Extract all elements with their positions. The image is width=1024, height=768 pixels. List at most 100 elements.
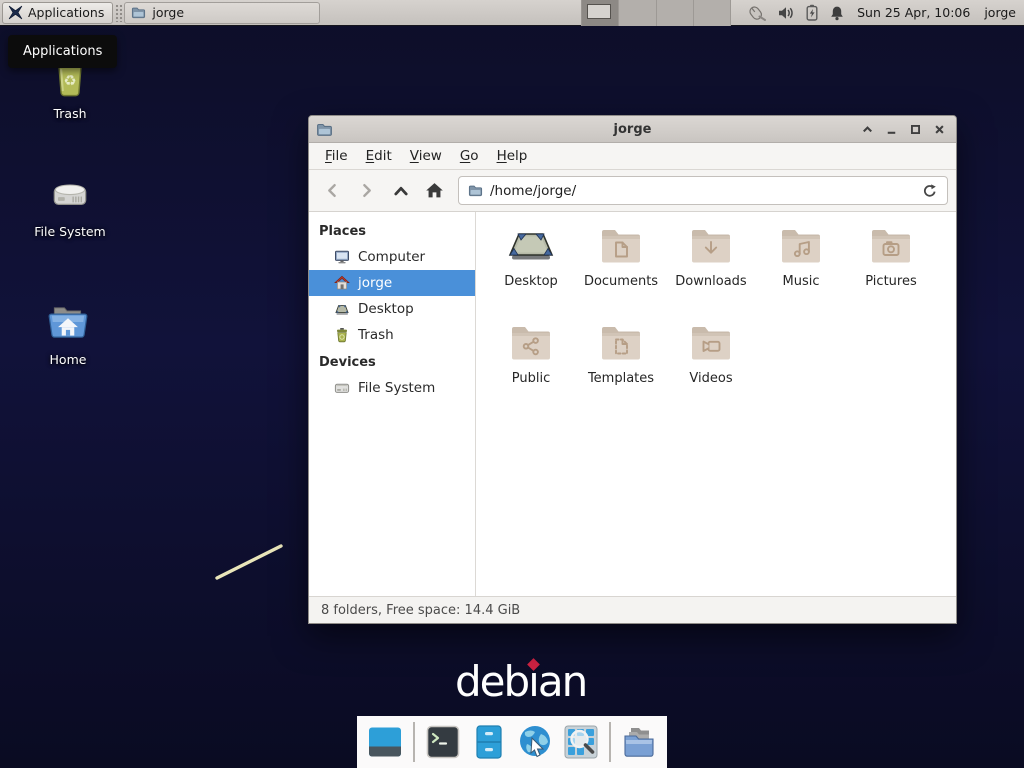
tooltip-text: Applications bbox=[23, 44, 102, 59]
sidebar-item-computer[interactable]: Computer bbox=[309, 244, 475, 270]
sidebar-item-label: Trash bbox=[358, 327, 394, 343]
folder-menu-icon[interactable] bbox=[621, 724, 657, 760]
statusbar: 8 folders, Free space: 14.4 GiB bbox=[309, 596, 956, 623]
panel-username: jorge bbox=[984, 5, 1016, 20]
sidebar-item-trash[interactable]: Trash bbox=[309, 322, 475, 348]
pathbar-folder-icon bbox=[468, 183, 483, 198]
file-label: Videos bbox=[689, 371, 732, 386]
folder-pictures-icon bbox=[867, 222, 915, 270]
desktop-icon-label: File System bbox=[20, 224, 120, 239]
file-view: Desktop Documents bbox=[476, 212, 956, 596]
sidebar-item-label: Desktop bbox=[358, 301, 414, 317]
svg-text:♻: ♻ bbox=[63, 72, 76, 89]
show-desktop-icon[interactable] bbox=[367, 724, 403, 760]
panel-separator-handle[interactable] bbox=[115, 4, 122, 22]
terminal-icon[interactable] bbox=[425, 724, 461, 760]
panel-clock[interactable]: Sun 25 Apr, 10:06 bbox=[857, 5, 970, 20]
file-item-templates[interactable]: Templates bbox=[576, 319, 666, 416]
web-browser-globe-icon[interactable] bbox=[517, 724, 553, 760]
sidebar-item-label: Computer bbox=[358, 249, 425, 265]
bottom-dock bbox=[357, 716, 667, 768]
system-tray bbox=[745, 4, 845, 22]
workspace-2[interactable] bbox=[619, 0, 656, 26]
desktop-icon-file-system[interactable]: File System bbox=[20, 172, 120, 239]
window-folder-icon bbox=[316, 121, 333, 138]
sidebar-item-jorge[interactable]: jorge bbox=[309, 270, 475, 296]
desktop-icon-label: Home bbox=[18, 352, 118, 367]
folder-templates-icon bbox=[597, 319, 645, 367]
desktop-icon bbox=[334, 301, 350, 317]
workspace-1[interactable] bbox=[582, 0, 619, 26]
desktop-icon-label: Trash bbox=[20, 106, 120, 121]
taskbar-window-label: jorge bbox=[152, 5, 184, 20]
sidebar-item-file-system[interactable]: File System bbox=[309, 375, 475, 401]
file-label: Desktop bbox=[504, 274, 558, 289]
file-label: Documents bbox=[584, 274, 658, 289]
file-manager-window: jorge File Edit View Go Help bbox=[308, 115, 957, 624]
sidebar: Places Computer jorge Desktop bbox=[309, 212, 476, 596]
taskbar-folder-icon bbox=[131, 5, 146, 20]
top-panel: Applications jorge Sun 25 Apr, 10:06 jor… bbox=[0, 0, 1024, 26]
shade-button[interactable] bbox=[857, 119, 878, 140]
file-item-pictures[interactable]: Pictures bbox=[846, 222, 936, 319]
trash-icon bbox=[334, 327, 350, 343]
file-item-music[interactable]: Music bbox=[756, 222, 846, 319]
file-item-public[interactable]: Public bbox=[486, 319, 576, 416]
forward-button[interactable] bbox=[351, 176, 382, 206]
sidebar-header-devices: Devices bbox=[309, 348, 475, 375]
toolbar: /home/jorge/ bbox=[309, 170, 956, 211]
reload-icon[interactable] bbox=[922, 183, 938, 199]
file-label: Templates bbox=[588, 371, 654, 386]
debian-logo: debıan bbox=[455, 657, 586, 706]
window-titlebar[interactable]: jorge bbox=[309, 116, 956, 143]
close-button[interactable] bbox=[929, 119, 950, 140]
minimize-button[interactable] bbox=[881, 119, 902, 140]
sidebar-item-desktop[interactable]: Desktop bbox=[309, 296, 475, 322]
up-button[interactable] bbox=[385, 176, 416, 206]
file-item-downloads[interactable]: Downloads bbox=[666, 222, 756, 319]
sidebar-item-label: jorge bbox=[358, 275, 392, 291]
file-label: Public bbox=[512, 371, 550, 386]
applications-menu-button[interactable]: Applications bbox=[2, 2, 113, 24]
menubar: File Edit View Go Help bbox=[309, 143, 956, 170]
menu-edit[interactable]: Edit bbox=[357, 144, 401, 168]
file-label: Music bbox=[783, 274, 820, 289]
notifications-bell-icon[interactable] bbox=[829, 5, 845, 21]
menu-go[interactable]: Go bbox=[451, 144, 488, 168]
volume-icon[interactable] bbox=[778, 5, 795, 21]
menu-help[interactable]: Help bbox=[488, 144, 537, 168]
applications-menu-label: Applications bbox=[28, 5, 104, 20]
dock-separator bbox=[413, 722, 415, 762]
workspace-4[interactable] bbox=[694, 0, 731, 26]
desktop-icon-home[interactable]: Home bbox=[18, 300, 118, 367]
applications-menu-icon bbox=[8, 5, 23, 20]
cursor-streak bbox=[200, 530, 310, 590]
application-finder-icon[interactable] bbox=[563, 724, 599, 760]
status-text: 8 folders, Free space: 14.4 GiB bbox=[321, 603, 520, 618]
maximize-button[interactable] bbox=[905, 119, 926, 140]
home-folder-icon bbox=[18, 300, 118, 346]
home-icon bbox=[334, 275, 350, 291]
battery-charging-icon[interactable] bbox=[806, 4, 818, 21]
folder-documents-icon bbox=[597, 222, 645, 270]
menu-file[interactable]: File bbox=[316, 144, 357, 168]
applications-tooltip: Applications bbox=[8, 35, 117, 68]
back-button[interactable] bbox=[317, 176, 348, 206]
file-item-documents[interactable]: Documents bbox=[576, 222, 666, 319]
workspace-3[interactable] bbox=[657, 0, 694, 26]
path-text[interactable]: /home/jorge/ bbox=[490, 183, 576, 199]
taskbar-window-button[interactable]: jorge bbox=[124, 2, 320, 24]
workspace-pager bbox=[581, 0, 731, 26]
file-item-desktop[interactable]: Desktop bbox=[486, 222, 576, 319]
folder-public-icon bbox=[507, 319, 555, 367]
file-manager-cabinet-icon[interactable] bbox=[471, 724, 507, 760]
folder-videos-icon bbox=[687, 319, 735, 367]
file-label: Downloads bbox=[675, 274, 746, 289]
folder-downloads-icon bbox=[687, 222, 735, 270]
harddrive-icon bbox=[334, 380, 350, 396]
home-button[interactable] bbox=[419, 176, 450, 206]
menu-view[interactable]: View bbox=[401, 144, 451, 168]
mouse-icon[interactable] bbox=[745, 4, 767, 22]
file-item-videos[interactable]: Videos bbox=[666, 319, 756, 416]
path-bar[interactable]: /home/jorge/ bbox=[458, 176, 948, 205]
